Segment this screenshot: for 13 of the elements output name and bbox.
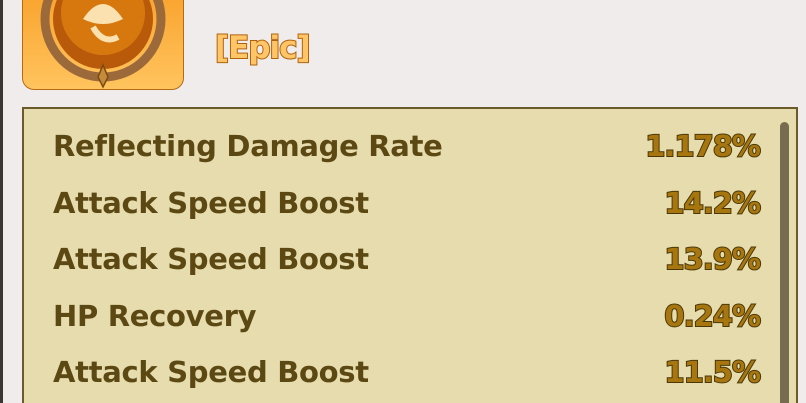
stat-value: 14.2% bbox=[664, 186, 760, 220]
emblem-icon bbox=[38, 0, 168, 89]
stat-name: HP Recovery bbox=[53, 298, 256, 333]
scrollbar[interactable] bbox=[780, 122, 789, 403]
stat-value: 0.24% bbox=[664, 298, 760, 333]
rarity-label: [Epic] bbox=[215, 30, 310, 66]
stat-name: Attack Speed Boost bbox=[53, 355, 369, 390]
stat-value: 13.9% bbox=[664, 242, 760, 276]
stat-name: Reflecting Damage Rate bbox=[53, 129, 443, 164]
stat-value: 11.5% bbox=[664, 355, 760, 390]
stat-name: Attack Speed Boost bbox=[53, 186, 369, 220]
stat-name: Attack Speed Boost bbox=[53, 242, 369, 276]
stat-value: 1.178% bbox=[645, 129, 760, 164]
